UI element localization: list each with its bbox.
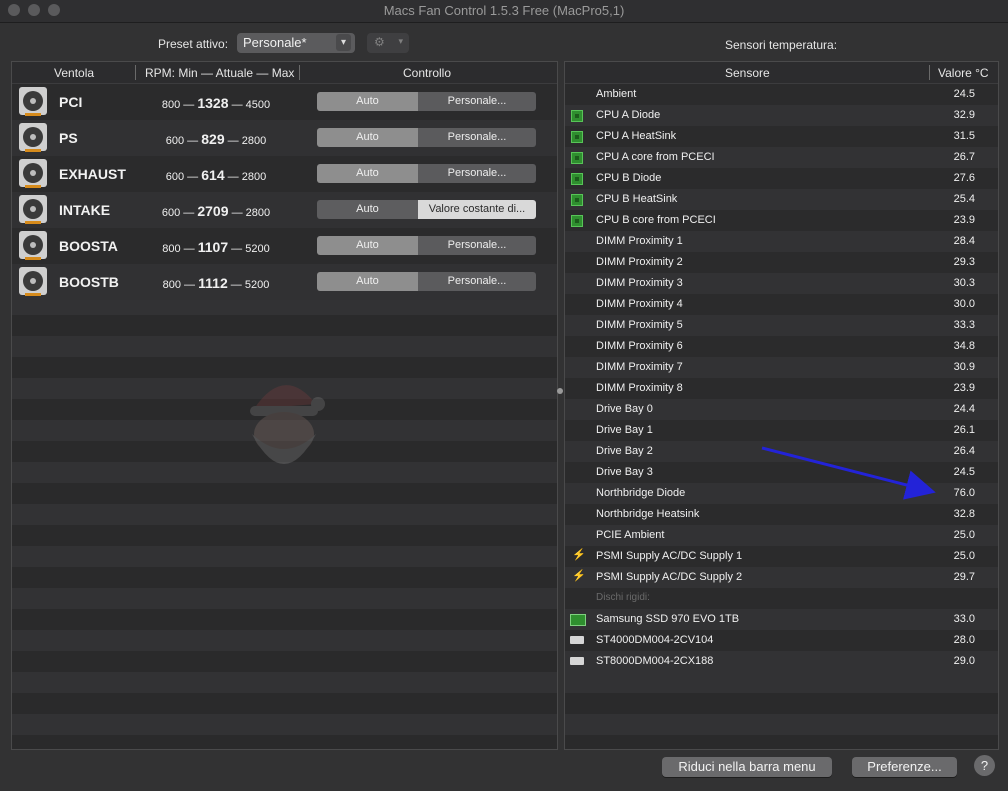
fan-rpm-current: 829	[201, 131, 225, 147]
fan-name: BOOSTA	[59, 238, 118, 254]
fan-row: INTAKE 600 — 2709 — 2800 Auto Valore costan…	[12, 192, 557, 228]
fan-rpm-current: 2709	[197, 203, 229, 219]
fan-row: BOOSTA 800 — 1107 — 5200 Auto Personale...	[12, 228, 557, 264]
preset-label: Preset attivo:	[158, 37, 229, 51]
fan-rpm-min: 600	[165, 135, 185, 147]
fans-table-header: Ventola RPM: Min — Attuale — Max Control…	[12, 62, 557, 84]
auto-button[interactable]: Auto	[317, 92, 418, 111]
fan-rpm-current: 1328	[197, 95, 229, 111]
app-window: Macs Fan Control 1.5.3 Free (MacPro5,1) …	[0, 0, 1008, 791]
fan-rpm-min: 800	[162, 243, 181, 255]
fan-list: PCI 800 — 1328 — 4500 Auto Personale... PS 60…	[12, 84, 557, 300]
fan-control-segmented: Auto Personale...	[317, 272, 536, 291]
fan-icon	[19, 87, 47, 116]
fan-rpm-max: 4500	[245, 99, 271, 111]
fan-rpm-max: 5200	[244, 279, 270, 291]
auto-button[interactable]: Auto	[317, 236, 418, 255]
preferences-button[interactable]: Preferenze...	[852, 757, 957, 777]
help-button[interactable]: ?	[974, 755, 995, 776]
window-title: Macs Fan Control 1.5.3 Free (MacPro5,1)	[383, 3, 625, 18]
fan-rpm-max: 5200	[245, 243, 270, 255]
custom-mode-button[interactable]: Personale...	[418, 272, 536, 291]
fan-control-segmented: Auto Personale...	[317, 236, 536, 255]
column-header-control[interactable]: Controllo	[403, 66, 451, 80]
santa-watermark-icon	[250, 385, 325, 464]
fan-rpm-max: 2800	[245, 207, 271, 219]
preset-select[interactable]: Personale* ▾	[237, 33, 355, 53]
column-separator	[135, 65, 136, 80]
minimize-to-menubar-button[interactable]: Riduci nella barra menu	[662, 757, 832, 777]
fan-row: BOOSTB 800 — 1112 — 5200 Auto Personale...	[12, 264, 557, 300]
fan-icon	[19, 195, 47, 224]
custom-mode-button[interactable]: Personale...	[418, 128, 536, 147]
fan-icon	[19, 267, 47, 296]
fan-row: PS 600 — 829 — 2800 Auto Personale...	[12, 120, 557, 156]
column-header-fan[interactable]: Ventola	[54, 66, 94, 80]
fan-name: PS	[59, 130, 78, 146]
sensors-title: Sensori temperatura:	[725, 38, 838, 52]
fan-rpm-min: 800	[161, 99, 181, 111]
gear-icon: ⚙	[374, 35, 385, 49]
fan-name: INTAKE	[59, 202, 111, 218]
fan-control-segmented: Auto Personale...	[317, 128, 536, 147]
fan-rpm-min: 800	[162, 279, 181, 291]
custom-mode-button[interactable]: Valore costante di...	[418, 200, 536, 219]
fan-rpm-max: 2800	[241, 171, 267, 183]
fan-icon	[19, 159, 47, 188]
fan-rpm: 600 — 2709 — 2800	[161, 203, 271, 219]
settings-menu-button[interactable]: ⚙ ▾	[367, 33, 409, 53]
panel-splitter-handle[interactable]	[557, 388, 563, 394]
fan-rpm-current: 1112	[198, 275, 228, 291]
auto-button[interactable]: Auto	[317, 272, 418, 291]
custom-mode-button[interactable]: Personale...	[418, 164, 536, 183]
fans-panel: Ventola RPM: Min — Attuale — Max Control…	[11, 61, 558, 750]
annotation-arrow-icon	[761, 446, 936, 500]
fan-rpm: 800 — 1107 — 5200	[162, 239, 270, 255]
fan-control-segmented: Auto Valore costante di...	[317, 200, 536, 219]
fan-rpm: 800 — 1328 — 4500	[161, 95, 271, 111]
custom-mode-button[interactable]: Personale...	[418, 236, 536, 255]
fan-icon	[19, 231, 47, 260]
fan-rpm-current: 1107	[197, 239, 229, 255]
preset-value: Personale*	[243, 35, 307, 50]
fan-name: PCI	[59, 94, 83, 110]
column-separator	[299, 65, 300, 80]
fan-name: BOOSTB	[59, 274, 119, 290]
fan-control-segmented: Auto Personale...	[317, 92, 536, 111]
fan-row: EXHAUST 600 — 614 — 2800 Auto Personale...	[12, 156, 557, 192]
chevron-down-icon: ▾	[336, 34, 351, 51]
sensors-panel: Sensore Valore °C Ambient 24.5 CPU A Diode…	[564, 61, 999, 750]
custom-mode-button[interactable]: Personale...	[418, 92, 536, 111]
fan-icon	[19, 123, 47, 152]
auto-button[interactable]: Auto	[317, 164, 418, 183]
fan-rpm-min: 600	[161, 207, 181, 219]
title-bar: Macs Fan Control 1.5.3 Free (MacPro5,1)	[0, 0, 1008, 23]
auto-button[interactable]: Auto	[317, 128, 418, 147]
fan-name: EXHAUST	[59, 166, 126, 182]
fan-rpm: 600 — 829 — 2800	[165, 131, 267, 147]
column-header-rpm[interactable]: RPM: Min — Attuale — Max	[145, 66, 294, 80]
auto-button[interactable]: Auto	[317, 200, 418, 219]
fan-rpm-current: 614	[201, 167, 225, 183]
fan-rpm-max: 2800	[241, 135, 267, 147]
chevron-down-icon: ▾	[398, 36, 403, 46]
fan-rpm-min: 600	[165, 171, 185, 183]
fan-rpm: 800 — 1112 — 5200	[162, 275, 270, 291]
fan-rpm: 600 — 614 — 2800	[165, 167, 267, 183]
fan-row: PCI 800 — 1328 — 4500 Auto Personale...	[12, 84, 557, 120]
fan-control-segmented: Auto Personale...	[317, 164, 536, 183]
